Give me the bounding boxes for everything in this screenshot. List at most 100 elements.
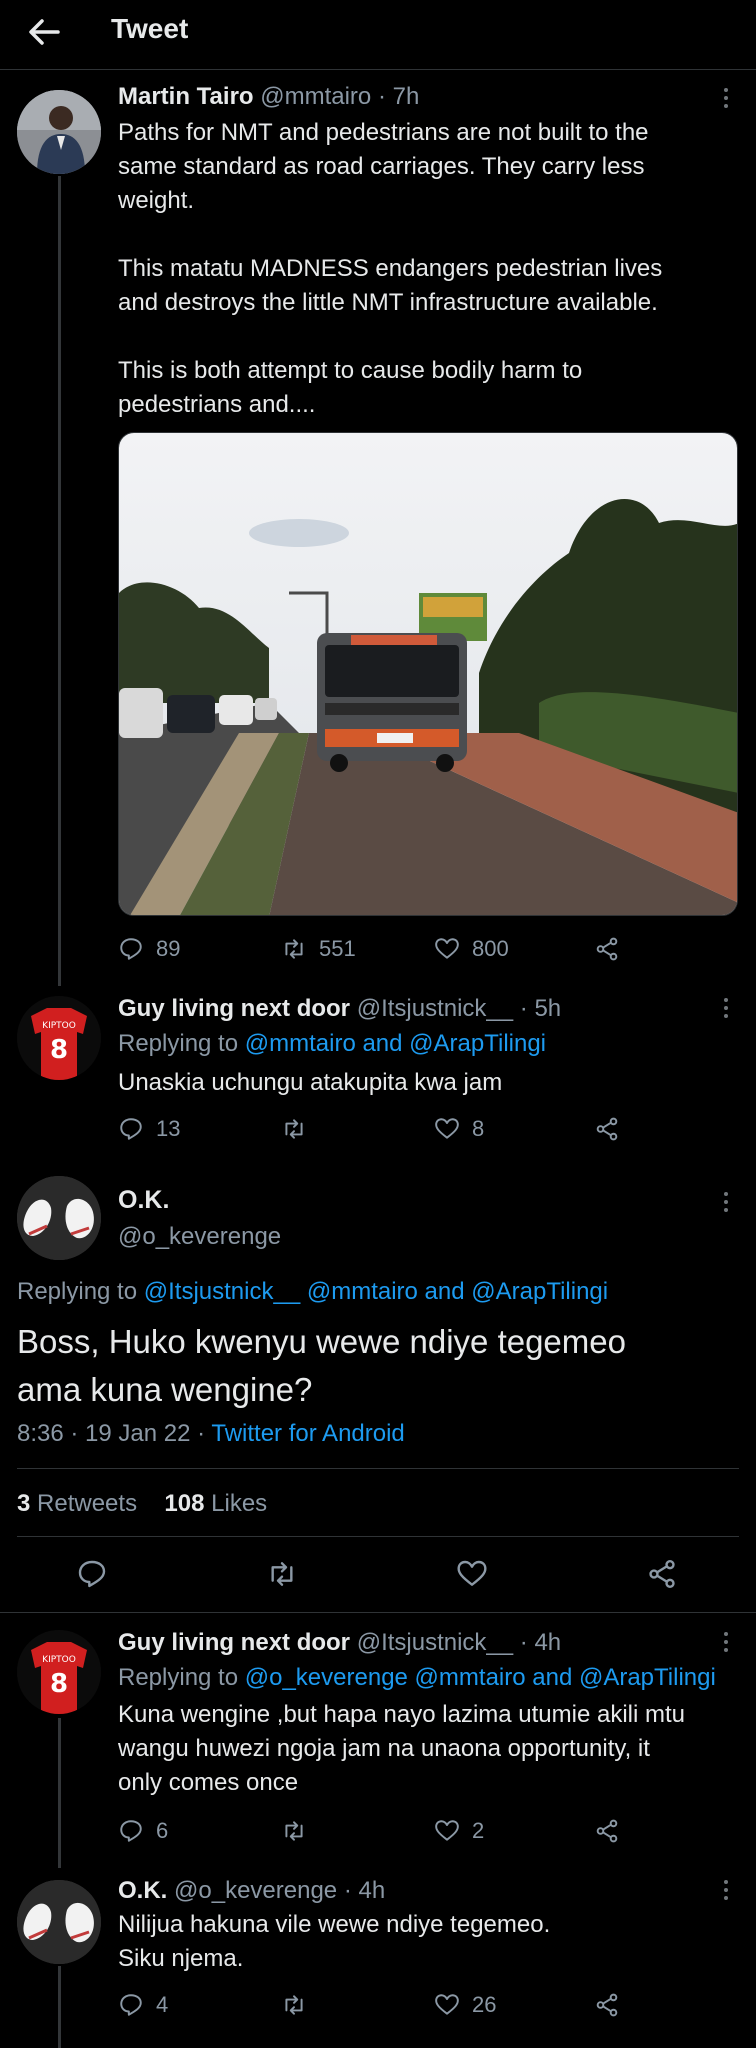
handle[interactable]: @o_keverenge — [118, 1222, 281, 1252]
avatar[interactable] — [17, 1880, 101, 1964]
reply-button[interactable]: 6 — [118, 1814, 168, 1848]
main-tweet-text: Boss, Huko kwenyu wewe ndiye tegemeo ama… — [17, 1323, 626, 1408]
replying-to: Replying to @Itsjustnick__ @mmtairo and … — [17, 1276, 608, 1308]
display-name[interactable]: Guy living next door — [118, 995, 350, 1022]
reply-count: 89 — [156, 936, 181, 961]
replying-to: Replying to @o_keverenge @mmtairo and @A… — [118, 1662, 716, 1694]
avatar[interactable] — [17, 1176, 101, 1260]
handle-time[interactable]: @mmtairo · 7h — [260, 83, 419, 110]
tweet-actions: 6 2 — [118, 1814, 738, 1848]
replying-handles[interactable]: @o_keverenge @mmtairo and @ArapTilingi — [245, 1664, 716, 1691]
like-button[interactable]: 800 — [434, 932, 509, 966]
like-total: 108 — [164, 1490, 205, 1517]
retweet-icon — [271, 1562, 293, 1586]
handle-time[interactable]: @o_keverenge · 4h — [174, 1877, 385, 1904]
divider — [17, 1536, 739, 1537]
like-count: 2 — [472, 1818, 485, 1843]
tweet-photo[interactable] — [118, 432, 738, 916]
retweets-label: Retweets — [37, 1490, 138, 1517]
avatar[interactable] — [17, 90, 101, 174]
thread-line — [58, 1966, 61, 2048]
retweet-button[interactable] — [266, 1558, 298, 1590]
person-photo-icon — [17, 90, 101, 174]
reply-icon — [120, 1118, 142, 1140]
avatar[interactable]: KIPTOO 8 — [17, 1630, 101, 1714]
more-options-button[interactable] — [714, 86, 738, 110]
share-button[interactable] — [594, 1814, 620, 1848]
sneakers-avatar — [17, 1880, 101, 1964]
avatar[interactable]: KIPTOO 8 — [17, 996, 101, 1080]
heart-icon — [435, 1118, 459, 1139]
more-vertical-icon — [724, 1632, 728, 1652]
arrow-left-icon — [29, 19, 60, 45]
share-button[interactable] — [594, 932, 620, 966]
more-options-button[interactable] — [714, 996, 738, 1020]
retweet-icon — [285, 1821, 303, 1841]
heart-icon — [435, 1994, 459, 2015]
tweet-actions: 13 8 — [118, 1112, 738, 1146]
jersey-avatar: KIPTOO 8 — [17, 996, 101, 1080]
like-count: 26 — [472, 1992, 497, 2017]
more-options-button[interactable] — [714, 1630, 738, 1654]
replying-handles[interactable]: @Itsjustnick__ @mmtairo and @ArapTilingi — [144, 1278, 608, 1305]
likes-stat[interactable]: 108 Likes — [164, 1490, 267, 1517]
retweets-stat[interactable]: 3 Retweets — [17, 1490, 137, 1517]
tweet-header: Guy living next door @Itsjustnick__ · 5h — [118, 994, 561, 1024]
reply-icon — [78, 1560, 106, 1588]
share-button[interactable] — [646, 1558, 678, 1590]
reply-button[interactable]: 4 — [118, 1988, 168, 2022]
like-button[interactable] — [456, 1558, 488, 1590]
replying-handles[interactable]: @mmtairo and @ArapTilingi — [245, 1030, 546, 1057]
tweet-text: Kuna wengine ,but hapa nayo lazima utumi… — [118, 1701, 685, 1796]
reply-button[interactable]: 13 — [118, 1112, 180, 1146]
reply-icon — [120, 1994, 142, 2016]
share-icon — [596, 1819, 618, 1843]
reply-count: 6 — [156, 1818, 169, 1843]
like-button[interactable]: 2 — [434, 1814, 484, 1848]
back-button[interactable] — [24, 12, 64, 52]
display-name[interactable]: Martin Tairo — [118, 83, 254, 110]
display-name[interactable]: Guy living next door — [118, 1629, 350, 1656]
retweet-icon — [285, 1995, 303, 2015]
like-button[interactable]: 8 — [434, 1112, 484, 1146]
retweet-button[interactable] — [281, 1112, 319, 1146]
more-options-button[interactable] — [714, 1190, 738, 1214]
timestamp[interactable]: 8:36 · 19 Jan 22 · — [17, 1420, 211, 1447]
display-name[interactable]: O.K. — [118, 1184, 169, 1216]
more-vertical-icon — [724, 1192, 728, 1212]
more-vertical-icon — [724, 998, 728, 1018]
more-options-button[interactable] — [714, 1878, 738, 1902]
reply-button[interactable] — [76, 1558, 108, 1590]
retweet-icon — [285, 1119, 303, 1139]
thread-line — [58, 1718, 61, 1868]
share-button[interactable] — [594, 1112, 620, 1146]
tweet-meta: 8:36 · 19 Jan 22 · Twitter for Android — [17, 1418, 405, 1450]
retweet-button[interactable]: 551 — [281, 932, 356, 966]
handle-time[interactable]: @Itsjustnick__ · 5h — [357, 995, 561, 1022]
share-icon — [596, 937, 618, 961]
app-header: Tweet — [0, 0, 756, 70]
reply-button[interactable]: 89 — [118, 932, 180, 966]
tweet-header: O.K. @o_keverenge · 4h — [118, 1876, 385, 1906]
more-vertical-icon — [724, 88, 728, 108]
heart-icon — [457, 1560, 487, 1586]
divider — [0, 1612, 756, 1613]
jersey-number: 8 — [50, 1669, 68, 1699]
tweet-actions: 89 551 800 — [118, 932, 738, 966]
main-tweet-actions — [0, 1556, 756, 1596]
retweet-button[interactable] — [281, 1814, 319, 1848]
retweet-count: 551 — [319, 936, 356, 961]
display-name[interactable]: O.K. — [118, 1877, 167, 1904]
reply-count: 4 — [156, 1992, 169, 2017]
share-icon — [596, 1117, 618, 1141]
share-button[interactable] — [594, 1988, 620, 2022]
retweet-button[interactable] — [281, 1988, 319, 2022]
reply-icon — [120, 938, 142, 960]
jersey-avatar: KIPTOO 8 — [17, 1630, 101, 1714]
thread-line — [58, 176, 61, 986]
source-link[interactable]: Twitter for Android — [211, 1420, 404, 1447]
handle-time[interactable]: @Itsjustnick__ · 4h — [357, 1629, 561, 1656]
retweet-icon — [285, 939, 303, 959]
replying-label: Replying to — [17, 1278, 138, 1305]
like-button[interactable]: 26 — [434, 1988, 496, 2022]
